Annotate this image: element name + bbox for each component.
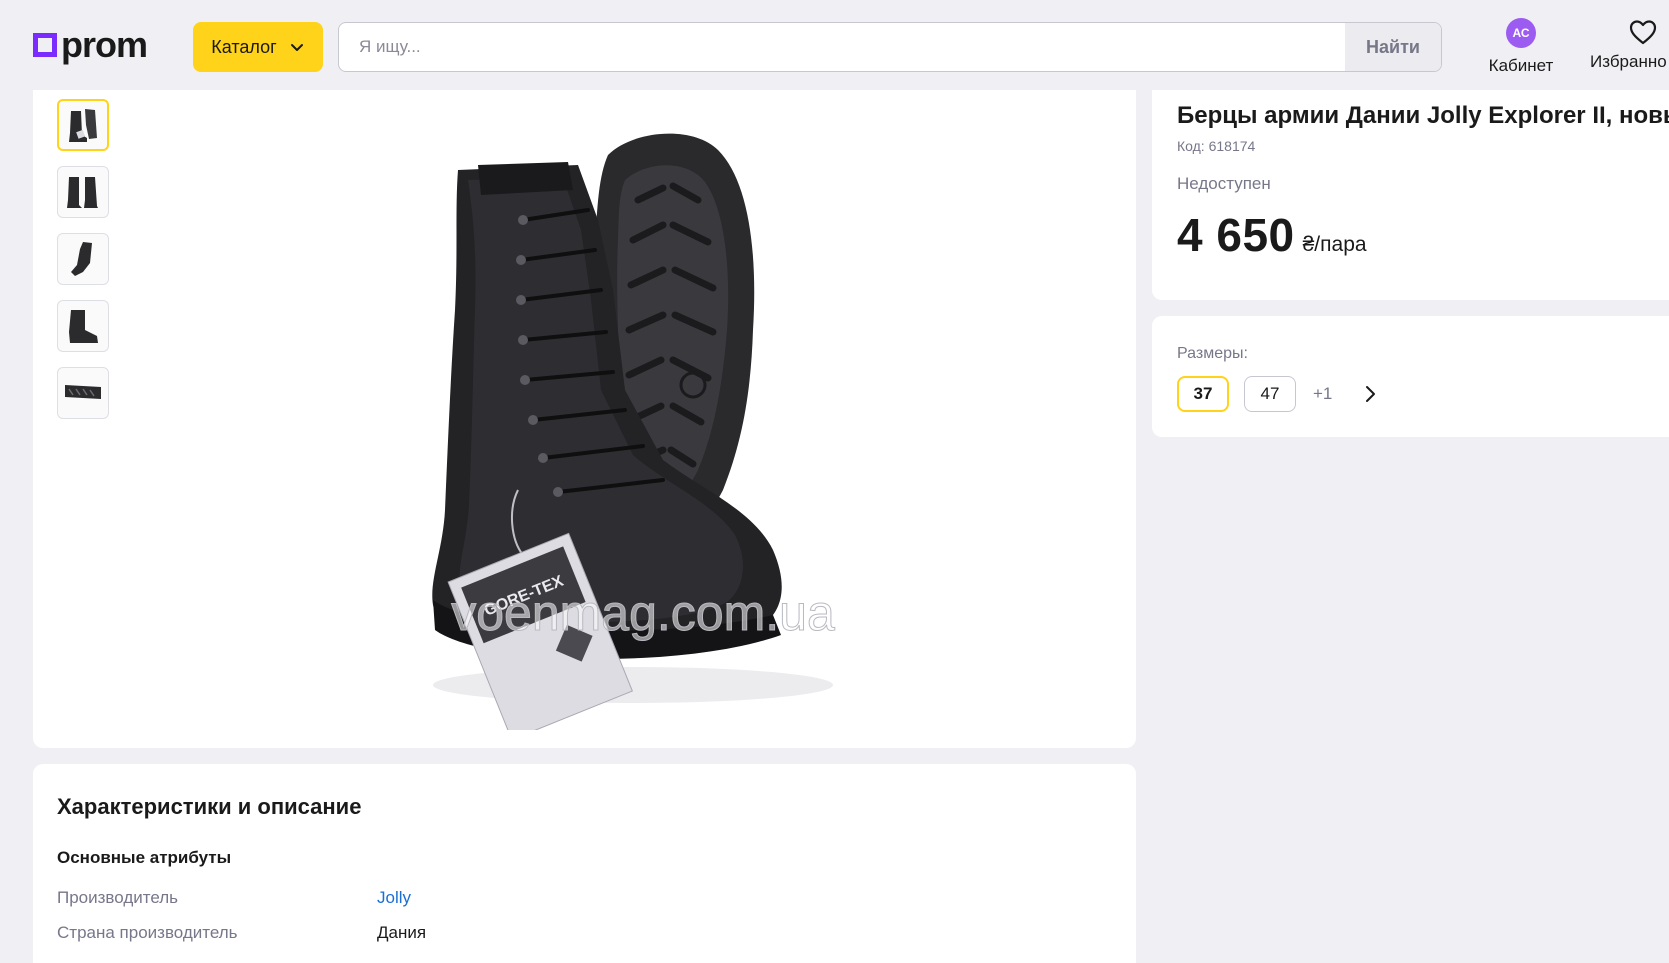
search-button[interactable]: Найти xyxy=(1345,23,1441,71)
sizes-card: Размеры: 37 47 +1 xyxy=(1152,316,1669,437)
boots-photo-image: GORE-TEX voenmag.com.ua xyxy=(432,133,835,741)
attributes-subtitle: Основные атрибуты xyxy=(57,848,232,867)
manufacturer-link[interactable]: Jolly xyxy=(377,888,411,908)
boot-thumbnail-image xyxy=(69,310,98,343)
thumbnail-boot-sole[interactable] xyxy=(57,367,109,419)
thumbnail-boot-side[interactable] xyxy=(57,233,109,285)
size-options: 37 47 +1 xyxy=(1177,376,1381,412)
boot-thumbnail-image xyxy=(71,242,92,276)
logo-text: prom xyxy=(61,24,148,65)
boot-thumbnail-image xyxy=(69,109,97,142)
price-unit: ₴/пара xyxy=(1302,233,1367,256)
product-info-card: Берцы армии Дании Jolly Explorer II, нов… xyxy=(1152,90,1669,300)
product-gallery: GORE-TEX voenmag.com.ua xyxy=(33,90,1136,748)
attribute-row: Страна производитель Дания xyxy=(57,923,426,943)
attribute-name: Производитель xyxy=(57,888,179,907)
product-code: Код: 618174 xyxy=(1177,138,1256,154)
cabinet-label: Кабинет xyxy=(1488,56,1554,75)
price: 4 650 ₴/пара xyxy=(1177,208,1367,262)
attribute-value: Дания xyxy=(377,923,427,942)
thumbnail-list xyxy=(57,99,109,419)
heart-icon xyxy=(1629,20,1657,45)
size-option-37[interactable]: 37 xyxy=(1177,376,1229,412)
favorites-link[interactable]: Избранно xyxy=(1590,18,1669,72)
logo-square-icon xyxy=(33,33,57,57)
main-product-photo[interactable]: GORE-TEX voenmag.com.ua xyxy=(363,110,923,741)
prom-logo[interactable]: prom xyxy=(33,24,148,65)
thumbnail-boots-pair[interactable] xyxy=(57,166,109,218)
search-input[interactable] xyxy=(339,23,1345,71)
attribute-row: Производитель Jolly xyxy=(57,888,411,908)
catalog-button[interactable]: Каталог xyxy=(193,22,323,72)
availability-status: Недоступен xyxy=(1177,174,1271,193)
catalog-button-label: Каталог xyxy=(211,36,277,57)
site-header: prom Каталог Найти АС Кабинет Избранно xyxy=(0,0,1669,90)
boot-thumbnail-image xyxy=(67,177,98,208)
watermark-text: voenmag.com.ua xyxy=(451,585,835,641)
avatar: АС xyxy=(1506,18,1536,48)
attribute-name: Страна производитель xyxy=(57,923,238,942)
chevron-right-icon[interactable] xyxy=(1359,383,1381,405)
characteristics-card: Характеристики и описание Основные атриб… xyxy=(33,764,1136,963)
more-sizes-count[interactable]: +1 xyxy=(1313,384,1332,404)
size-option-47[interactable]: 47 xyxy=(1244,376,1296,412)
favorites-label: Избранно xyxy=(1590,52,1667,71)
section-title: Характеристики и описание xyxy=(57,794,362,819)
price-value: 4 650 xyxy=(1177,209,1295,261)
chevron-down-icon xyxy=(290,44,303,51)
search-bar: Найти xyxy=(338,22,1442,72)
thumbnail-boot-angle[interactable] xyxy=(57,300,109,352)
sizes-label: Размеры: xyxy=(1177,345,1248,362)
cabinet-link[interactable]: АС Кабинет xyxy=(1486,18,1556,76)
thumbnail-boots-front[interactable] xyxy=(57,99,109,151)
boot-thumbnail-image xyxy=(65,385,101,399)
product-title: Берцы армии Дании Jolly Explorer II, нов… xyxy=(1177,102,1669,129)
